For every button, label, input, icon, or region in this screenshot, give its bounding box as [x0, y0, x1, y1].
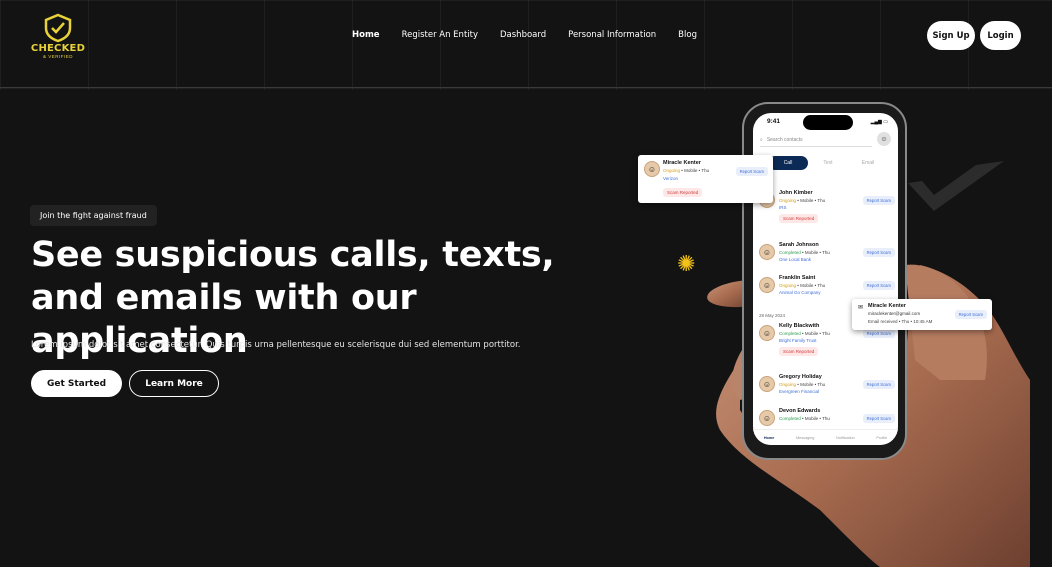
contact-name: Sarah Johnson: [779, 242, 819, 248]
learn-more-button[interactable]: Learn More: [129, 370, 219, 397]
main-nav: Home Register An Entity Dashboard Person…: [352, 30, 719, 40]
bottom-nav-notification[interactable]: Notification: [836, 436, 855, 440]
brand-subtitle: & VERIFIED: [42, 54, 73, 59]
nav-item-register-entity[interactable]: Register An Entity: [402, 30, 478, 40]
scam-reported-badge: Scam Reported: [779, 214, 819, 223]
bottom-nav-home[interactable]: Home: [764, 436, 775, 440]
contact-status: Ongoing • Mobile • Thu: [779, 198, 826, 203]
bottom-nav-profile[interactable]: Profile: [876, 436, 887, 440]
floating-call-card: ☺ Miracle Kenter Ongoing • Mobile • Thu …: [638, 155, 773, 203]
phone-bottom-nav: Home Messaging Notification Profile: [753, 429, 898, 445]
battery-signal-icon: ▂▄▆ ▭: [870, 119, 888, 125]
contact-status: Completed • Mobile • Thu: [779, 250, 830, 255]
contact-status: Completed • Mobile • Thu: [779, 331, 830, 336]
contact-row[interactable]: ☺ John Kimber Ongoing • Mobile • Thu IRS…: [759, 190, 895, 223]
sparkle-yellow-icon: ✺: [677, 251, 696, 276]
scam-reported-badge: Scam Reported: [663, 188, 703, 197]
hero-tagline: Join the fight against fraud: [30, 205, 157, 226]
contact-org: Verizon: [663, 176, 679, 181]
nav-item-dashboard[interactable]: Dashboard: [500, 30, 546, 40]
message-type-tabs: Call Text Email: [768, 156, 888, 170]
contact-row[interactable]: ☺ Gregory Holiday Ongoing • Mobile • Thu…: [759, 374, 895, 404]
contact-name: Devon Edwards: [779, 408, 821, 414]
contact-org: One Local Bank: [779, 257, 812, 262]
nav-item-blog[interactable]: Blog: [678, 30, 697, 40]
contact-status: Ongoing • Mobile • Thu: [663, 168, 710, 173]
contact-name: Miracle Kenter: [868, 303, 906, 309]
nav-item-personal-information[interactable]: Personal Information: [568, 30, 656, 40]
site-header: CHECKED & VERIFIED Home Register An Enti…: [0, 0, 1052, 88]
phone-screen: 9:41 ▂▄▆ ▭ ⌕ Search contacts ☺ Call Text…: [753, 113, 898, 445]
email-meta: Email received • Thu • 10:45 AM: [868, 319, 933, 324]
report-scam-button[interactable]: Report Scam: [862, 281, 895, 290]
floating-email-card: ✉ Miracle Kenter miraclekenter@gmail.com…: [852, 299, 992, 330]
contact-name: John Kimber: [779, 190, 813, 196]
avatar: ☺: [644, 161, 660, 177]
signup-button[interactable]: Sign Up: [927, 21, 975, 50]
tab-text[interactable]: Text: [808, 156, 848, 170]
scam-reported-badge: Scam Reported: [779, 347, 819, 356]
bottom-nav-messaging[interactable]: Messaging: [796, 436, 814, 440]
phone-notch: [803, 115, 853, 130]
search-icon: ⌕: [760, 136, 763, 143]
contact-name: Gregory Holiday: [779, 374, 822, 380]
report-scam-button[interactable]: Report Scam: [862, 414, 895, 423]
search-input[interactable]: ⌕ Search contacts: [760, 133, 872, 147]
avatar: ☺: [759, 244, 775, 260]
brand-name: CHECKED: [30, 43, 86, 54]
contact-name: Franklin Saint: [779, 275, 816, 281]
report-scam-button[interactable]: Report Scam: [862, 329, 895, 338]
contact-org: Animal Go Company: [779, 290, 821, 295]
avatar: ☺: [759, 410, 775, 426]
status-time: 9:41: [767, 118, 781, 125]
hero-title-line-1: See suspicious calls, texts,: [31, 235, 555, 275]
contact-email: miraclekenter@gmail.com: [868, 311, 921, 316]
report-scam-button[interactable]: Report Scam: [862, 196, 895, 205]
mail-icon: ✉: [858, 305, 864, 311]
hero-subtitle: Lorem ipsum dolor sit amet consectetur. …: [31, 340, 521, 350]
checkmark-decoration-icon: [908, 161, 1004, 211]
contact-org: IRS: [779, 205, 787, 210]
report-scam-button[interactable]: Report Scam: [735, 167, 768, 176]
contact-name: Miracle Kenter: [663, 160, 701, 166]
report-scam-button[interactable]: Report Scam: [862, 248, 895, 257]
avatar: ☺: [759, 325, 775, 341]
contact-status: Ongoing • Mobile • Thu: [779, 382, 826, 387]
brand-logo[interactable]: CHECKED & VERIFIED: [30, 13, 86, 59]
nav-item-home[interactable]: Home: [352, 30, 380, 40]
contact-org: Evergreen Financial: [779, 389, 820, 394]
login-button[interactable]: Login: [980, 21, 1021, 50]
shield-check-icon: [44, 13, 72, 43]
contact-name: Kelly Blackwith: [779, 323, 820, 329]
contact-row[interactable]: ☺ Sarah Johnson Completed • Mobile • Thu…: [759, 242, 895, 272]
report-scam-button[interactable]: Report Scam: [862, 380, 895, 389]
profile-avatar[interactable]: ☺: [877, 132, 891, 146]
get-started-button[interactable]: Get Started: [31, 370, 122, 397]
tab-call[interactable]: Call: [768, 156, 808, 170]
contact-org: Bright Family Trust: [779, 338, 817, 343]
contact-status: Completed • Mobile • Thu: [779, 416, 830, 421]
search-placeholder: Search contacts: [766, 136, 803, 143]
date-separator: 28 May 2024: [759, 313, 786, 318]
avatar: ☺: [759, 376, 775, 392]
tab-email[interactable]: Email: [848, 156, 888, 170]
report-scam-button[interactable]: Report Scam: [954, 310, 987, 319]
contact-status: Ongoing • Mobile • Thu: [779, 283, 826, 288]
avatar: ☺: [759, 277, 775, 293]
